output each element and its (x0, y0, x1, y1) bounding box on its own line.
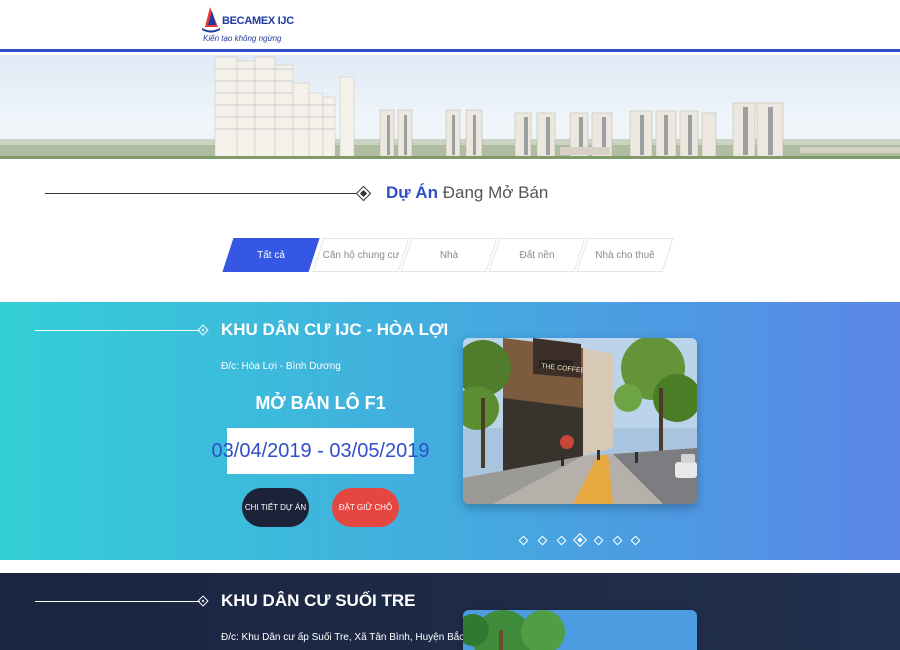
logo-mark-icon (202, 7, 220, 33)
project-image[interactable] (463, 610, 697, 650)
carousel-dot-active[interactable] (572, 532, 588, 548)
carousel-dot[interactable] (556, 535, 567, 546)
project-image[interactable]: THE COFFEE (463, 338, 697, 504)
tab-label: Nhà (439, 249, 459, 261)
project-divider-line (35, 330, 200, 331)
section-title-strong: Dự Án (386, 183, 438, 202)
page: BECAMEX IJC Kiến tạo không ngừng Dự Án Đ… (0, 0, 900, 650)
brand-logo[interactable]: BECAMEX IJC Kiến tạo không ngừng (202, 5, 294, 43)
project-title: KHU DÂN CƯ SUỐI TRE (221, 591, 416, 610)
logo-tagline: Kiến tạo không ngừng (203, 34, 282, 43)
project-panel-suoi-tre: KHU DÂN CƯ SUỐI TRE Đ/c: Khu Dân cư ấp S… (0, 573, 900, 650)
heading-divider-line (45, 193, 358, 194)
carousel-dots (516, 532, 646, 552)
tab-apartment[interactable]: Căn hộ chung cư (318, 238, 404, 272)
section-heading: Dự Án Đang Mở Bán (0, 178, 900, 212)
project-address: Đ/c: Hòa Lợi - Bình Dương (221, 361, 341, 372)
site-header: BECAMEX IJC Kiến tạo không ngừng (0, 0, 900, 52)
carousel-dot[interactable] (593, 535, 604, 546)
project-divider-line (35, 601, 200, 602)
tab-house[interactable]: Nhà (406, 238, 492, 272)
project-detail-button[interactable]: CHI TIẾT DỰ ÁN (242, 488, 309, 527)
filter-tabs: Tất cả Căn hộ chung cư Nhà Đất nền Nhà c… (224, 238, 674, 272)
skyline-illustration (0, 56, 900, 159)
tab-label: Nhà cho thuê (595, 249, 655, 261)
tab-rental-house[interactable]: Nhà cho thuê (582, 238, 668, 272)
tab-label: Đất nền (519, 249, 555, 261)
section-title-rest: Đang Mở Bán (442, 183, 549, 202)
logo-name: BECAMEX IJC (222, 15, 294, 27)
diamond-icon (355, 185, 372, 202)
carousel-dot[interactable] (612, 535, 623, 546)
tab-label: Tất cả (257, 249, 285, 261)
tab-all[interactable]: Tất cả (228, 238, 314, 272)
project-panel-hoa-loi: KHU DÂN CƯ IJC - HÒA LỢI Đ/c: Hòa Lợi - … (0, 302, 900, 560)
project-title: KHU DÂN CƯ IJC - HÒA LỢI (221, 320, 449, 339)
street-render-illustration: THE COFFEE (463, 338, 697, 504)
carousel-dot[interactable] (537, 535, 548, 546)
tab-land[interactable]: Đất nền (494, 238, 580, 272)
sale-label: MỞ BÁN LÔ F1 (255, 393, 386, 413)
hero-banner (0, 55, 900, 159)
tab-label: Căn hộ chung cư (322, 249, 400, 261)
section-title: Dự Án Đang Mở Bán (386, 183, 548, 203)
carousel-dot[interactable] (630, 535, 641, 546)
diamond-icon (197, 595, 209, 607)
carousel-dot[interactable] (518, 535, 529, 546)
reserve-button[interactable]: ĐẶT GIỮ CHỖ (332, 488, 399, 527)
diamond-icon (197, 324, 209, 336)
sale-dates: 03/04/2019 - 03/05/2019 (212, 428, 429, 474)
landscape-illustration (463, 610, 697, 650)
